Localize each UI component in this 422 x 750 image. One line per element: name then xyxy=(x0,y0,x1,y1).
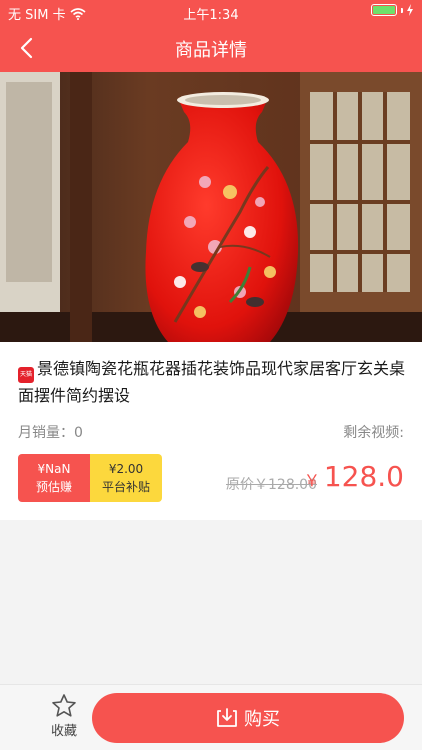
star-icon xyxy=(52,694,76,717)
estimate-amount: ¥NaN xyxy=(37,462,71,476)
charging-icon xyxy=(407,4,413,16)
bottom-action-bar: 收藏 购买 xyxy=(0,684,422,750)
nav-bar: 商品详情 xyxy=(0,24,422,72)
price-value: 128.0 xyxy=(323,460,404,493)
subsidy-badge: ¥2.00 平台补贴 xyxy=(90,454,162,502)
download-icon xyxy=(217,708,237,727)
product-title: 天猫 景德镇陶瓷花瓶花器插花装饰品现代家居客厅玄关桌面摆件简约摆设 xyxy=(18,356,410,409)
subsidy-amount: ¥2.00 xyxy=(108,462,144,476)
current-price: ￥ 128.0 xyxy=(304,460,404,493)
tmall-icon: 天猫 xyxy=(18,367,34,383)
page-title: 商品详情 xyxy=(175,40,247,61)
monthly-sales: 月销量：0 xyxy=(18,425,83,441)
estimate-label: 预估赚 xyxy=(35,480,72,494)
remaining-label: 剩余视频: xyxy=(343,425,404,441)
earnings-badges: ¥NaN 预估赚 ¥2.00 平台补贴 xyxy=(18,454,162,502)
product-image[interactable] xyxy=(0,72,422,342)
favorite-button[interactable]: 收藏 xyxy=(40,693,88,741)
estimate-earning-badge: ¥NaN 预估赚 xyxy=(18,454,90,502)
status-time: 上午1:34 xyxy=(183,8,239,23)
product-title-text: 景德镇陶瓷花瓶花器插花装饰品现代家居客厅玄关桌面摆件简约摆设 xyxy=(18,359,406,405)
buy-button[interactable]: 购买 xyxy=(92,693,404,743)
favorite-label: 收藏 xyxy=(50,724,77,739)
subsidy-label: 平台补贴 xyxy=(101,480,150,494)
vase-picture xyxy=(0,72,422,342)
header: 无 SIM 卡 上午1:34 商品详情 xyxy=(0,0,422,72)
buy-label: 购买 xyxy=(244,709,280,730)
currency-symbol: ￥ xyxy=(303,471,320,490)
battery-icon xyxy=(371,4,397,16)
status-right xyxy=(371,4,414,16)
status-bar: 无 SIM 卡 上午1:34 xyxy=(0,0,422,24)
product-info-card: 天猫 景德镇陶瓷花瓶花器插花装饰品现代家居客厅玄关桌面摆件简约摆设 月销量：0 剩… xyxy=(0,342,422,520)
